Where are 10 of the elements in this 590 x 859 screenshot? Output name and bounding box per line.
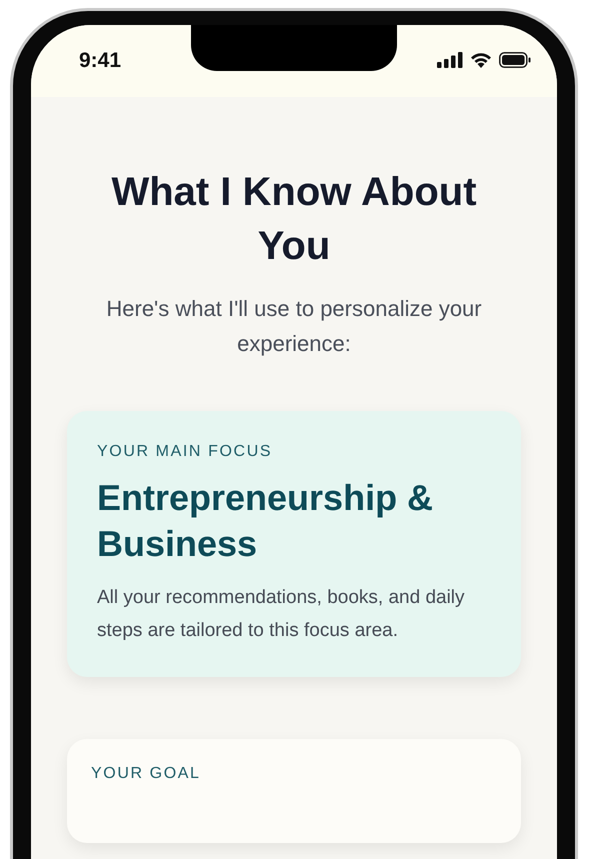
- page-title: What I Know About You: [110, 169, 478, 270]
- card-text: All your recommendations, books, and daily steps are tailored to this focus area.: [97, 586, 466, 643]
- signal-icon: [437, 52, 463, 68]
- card-label: YOUR MAIN FOCUS: [97, 443, 274, 461]
- wifi-icon: [469, 51, 493, 68]
- card-title: Entrepreneurship & Business: [97, 476, 434, 566]
- card-label: YOUR GOAL: [91, 765, 202, 783]
- page-subtitle: Here's what I'll use to personalize your experience:: [105, 295, 483, 358]
- status-time: 9:41: [79, 49, 122, 73]
- battery-icon: [499, 52, 531, 68]
